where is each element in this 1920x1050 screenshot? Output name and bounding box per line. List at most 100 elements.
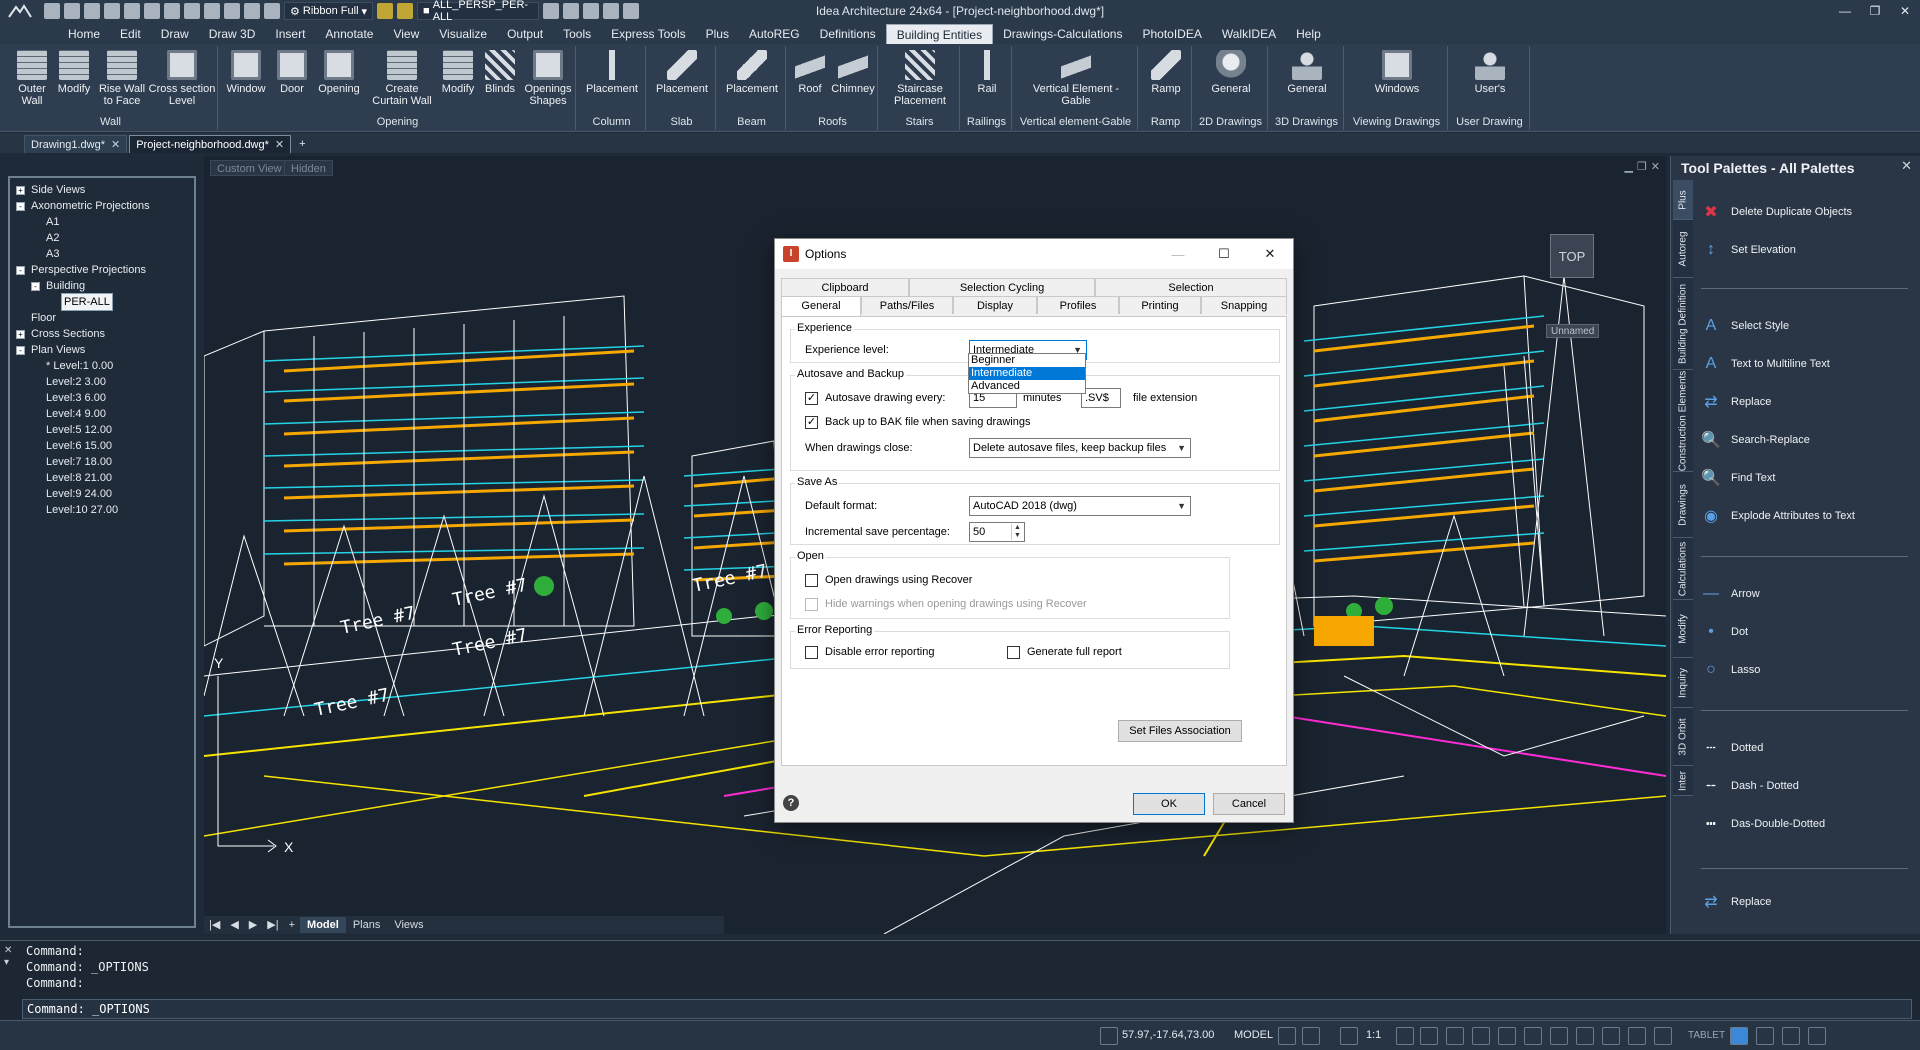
generate-full-report-checkbox[interactable]: [1007, 646, 1020, 659]
workspace-dropdown[interactable]: ⚙ Ribbon Full ▾: [284, 2, 374, 20]
circle-icon[interactable]: [1576, 1027, 1594, 1045]
cross-section-level-button[interactable]: Cross section Level: [148, 50, 216, 114]
vertical-element-gable-button[interactable]: Vertical Element - Gable: [1020, 50, 1132, 114]
palette-item[interactable]: • Dot: [1697, 616, 1748, 648]
tree-item[interactable]: Level:8 21.00: [16, 470, 188, 486]
users-drawing-button[interactable]: User's: [1458, 50, 1522, 114]
tab-clipboard[interactable]: Clipboard: [781, 278, 909, 296]
tree-item[interactable]: - Axonometric Projections: [16, 198, 188, 214]
close-icon[interactable]: ✕: [275, 136, 284, 154]
layout-tab-plans[interactable]: Plans: [346, 917, 388, 933]
ribbon-tab-visualize[interactable]: Visualize: [429, 24, 497, 44]
close-icon[interactable]: ✕: [1247, 239, 1293, 269]
tree-item[interactable]: - Perspective Projections: [16, 262, 188, 278]
circle-icon-2[interactable]: [224, 3, 240, 19]
palette-item[interactable]: 🔍 Find Text: [1697, 462, 1775, 494]
help-icon[interactable]: ?: [783, 795, 799, 811]
rise-wall-button[interactable]: Rise Wall to Face: [96, 50, 148, 114]
tree-item[interactable]: - Plan Views: [16, 342, 188, 358]
beam-placement-button[interactable]: Placement: [720, 50, 784, 114]
palette-tab-drawings[interactable]: Drawings: [1673, 472, 1693, 538]
slab-placement-button[interactable]: Placement: [650, 50, 714, 114]
palette-tab-modify[interactable]: Modify: [1673, 600, 1693, 658]
view-selector-dropdown[interactable]: ■ ALL_PERSP_PER-ALL: [417, 0, 540, 23]
ribbon-tab-building-entities[interactable]: Building Entities: [885, 24, 994, 44]
chimney-button[interactable]: Chimney: [830, 50, 876, 114]
tab-profiles[interactable]: Profiles: [1037, 296, 1119, 314]
palette-tab-building-definition[interactable]: Building Definition: [1673, 278, 1693, 370]
tree-item[interactable]: Level:5 12.00: [16, 422, 188, 438]
circle-icon-4[interactable]: [264, 3, 280, 19]
polar-icon[interactable]: [1420, 1027, 1438, 1045]
tree-item[interactable]: PER-ALL: [16, 293, 188, 311]
snap-icon[interactable]: [1302, 1027, 1320, 1045]
ribbon-tab-walkidea[interactable]: WalkIDEA: [1212, 24, 1286, 44]
palette-item[interactable]: — Arrow: [1697, 578, 1760, 610]
palette-item[interactable]: 🔍 Search-Replace: [1697, 424, 1810, 456]
ribbon-tab-help[interactable]: Help: [1286, 24, 1331, 44]
undo-icon[interactable]: [144, 3, 160, 19]
ramp-button[interactable]: Ramp: [1142, 50, 1190, 114]
palette-item[interactable]: ✖ Delete Duplicate Objects: [1697, 196, 1852, 228]
coordinates-icon[interactable]: [1100, 1027, 1118, 1045]
ribbon-tab-insert[interactable]: Insert: [265, 24, 315, 44]
tree-item[interactable]: Level:9 24.00: [16, 486, 188, 502]
minimize-icon[interactable]: —: [1830, 0, 1860, 22]
tab-display[interactable]: Display: [953, 296, 1037, 314]
command-input[interactable]: Command: _OPTIONS: [22, 999, 1912, 1019]
hardware-acceleration-icon[interactable]: [1628, 1027, 1646, 1045]
tree-item[interactable]: A2: [16, 230, 188, 246]
ribbon-tab-drawings-calculations[interactable]: Drawings-Calculations: [993, 24, 1132, 44]
customize-icon[interactable]: [1808, 1027, 1826, 1045]
bak-checkbox[interactable]: ✓: [805, 416, 818, 429]
tree-item[interactable]: Level:2 3.00: [16, 374, 188, 390]
experience-option-advanced[interactable]: Advanced: [969, 380, 1085, 393]
cancel-button[interactable]: Cancel: [1213, 793, 1285, 815]
open-file-icon[interactable]: [64, 3, 80, 19]
collapse-icon[interactable]: -: [16, 265, 25, 275]
doc-tab-project-neighborhood[interactable]: Project-neighborhood.dwg* ✕: [129, 135, 292, 154]
column-placement-button[interactable]: Placement: [580, 50, 644, 114]
palette-tab-construction-elements[interactable]: Construction Elements: [1673, 370, 1693, 472]
palette-item[interactable]: ⇄ Replace: [1697, 886, 1771, 918]
general-3d-button[interactable]: General: [1274, 50, 1340, 114]
drawings-close-select[interactable]: Delete autosave files, keep backup files…: [969, 438, 1191, 458]
close-icon[interactable]: ✕: [1651, 160, 1660, 173]
tree-item[interactable]: + Cross Sections: [16, 326, 188, 342]
tree-item[interactable]: A3: [16, 246, 188, 262]
light-bulb-icon[interactable]: [377, 3, 394, 19]
minimize-icon[interactable]: ▁: [1624, 160, 1632, 173]
opening-button[interactable]: Opening: [312, 50, 366, 114]
restore-icon[interactable]: ❐: [1860, 0, 1890, 22]
palette-tab-3d-orbit[interactable]: 3D Orbit: [1673, 708, 1693, 766]
palette-item[interactable]: A Select Style: [1697, 310, 1789, 342]
status-tablet[interactable]: TABLET: [1688, 1030, 1725, 1041]
palette-tab-inquiry[interactable]: Inquiry: [1673, 658, 1693, 708]
ribbon-tab-autoreg[interactable]: AutoREG: [739, 24, 810, 44]
outer-wall-button[interactable]: Outer Wall: [10, 50, 54, 114]
doc-tab-drawing1[interactable]: Drawing1.dwg* ✕: [24, 135, 128, 153]
file-extension-input[interactable]: .SV$: [1081, 388, 1121, 408]
close-icon[interactable]: ✕: [1890, 0, 1920, 22]
palette-item[interactable]: ○ Lasso: [1697, 654, 1760, 686]
sun-icon[interactable]: [397, 3, 414, 19]
palette-tab-plus[interactable]: Plus: [1673, 180, 1693, 220]
incremental-save-input[interactable]: 50 ▲ ▼: [969, 522, 1025, 542]
autosave-checkbox[interactable]: ✓: [805, 392, 818, 405]
tree-item[interactable]: - Building: [16, 278, 188, 294]
ortho-icon[interactable]: [1396, 1027, 1414, 1045]
layer-icon-4[interactable]: [603, 3, 620, 19]
next-layout-icon[interactable]: ▶: [244, 917, 262, 933]
layout-tab-model[interactable]: Model: [300, 917, 346, 933]
close-icon[interactable]: ✕: [1901, 158, 1912, 174]
palette-tab-calculations[interactable]: Calculations: [1673, 538, 1693, 600]
tree-item[interactable]: Level:4 9.00: [16, 406, 188, 422]
palette-item[interactable]: ◉ Explode Attributes to Text: [1697, 500, 1855, 532]
add-layout-icon[interactable]: +: [284, 917, 300, 933]
rail-button[interactable]: Rail: [964, 50, 1010, 114]
save-icon[interactable]: [84, 3, 100, 19]
tab-printing[interactable]: Printing: [1119, 296, 1201, 314]
prev-layout-icon[interactable]: ◀: [225, 917, 243, 933]
general-2d-button[interactable]: General: [1198, 50, 1264, 114]
ribbon-tab-photoidea[interactable]: PhotoIDEA: [1132, 24, 1211, 44]
